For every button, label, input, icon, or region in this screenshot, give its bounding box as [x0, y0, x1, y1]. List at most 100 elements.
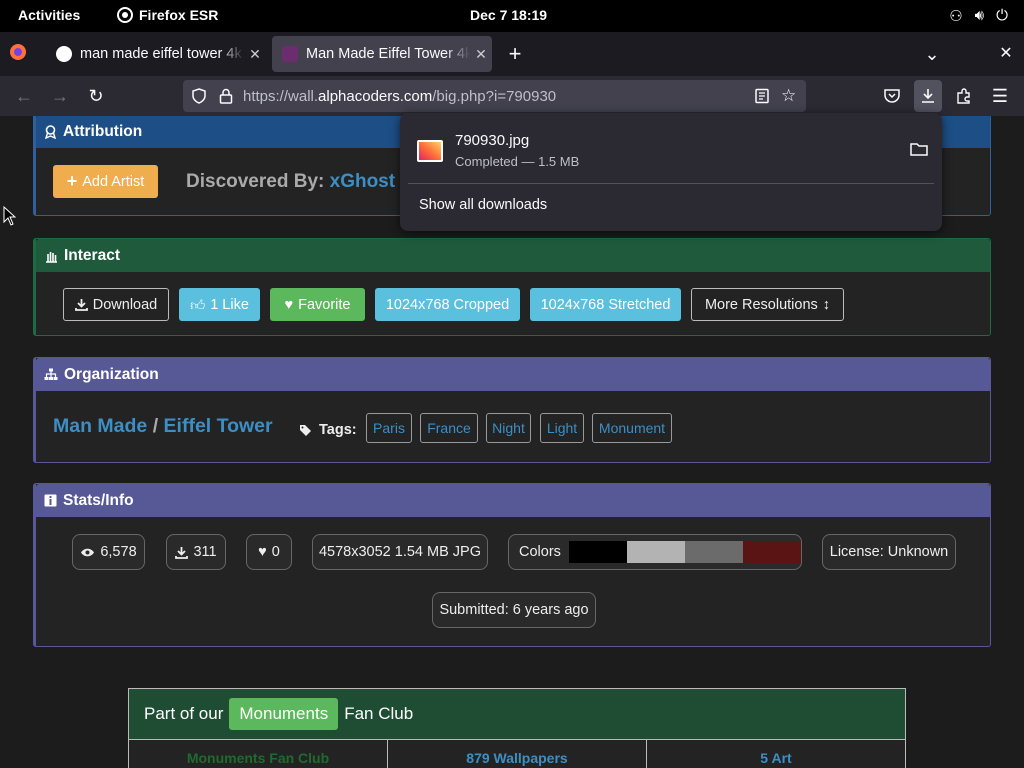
download-label: Download	[92, 296, 158, 313]
fan-club-box: Part of our Monuments Fan Club Monuments…	[128, 688, 906, 768]
close-icon[interactable]: ✕	[470, 46, 492, 63]
extensions-icon[interactable]	[952, 84, 976, 108]
breadcrumb-separator: /	[152, 415, 159, 437]
menu-icon[interactable]: ☰	[988, 84, 1012, 108]
favorite-label: Favorite	[298, 296, 351, 313]
navigation-bar: ← → ↻ https://wall.alphacoders.com/big.p…	[0, 76, 1024, 116]
activities-button[interactable]: Activities	[18, 7, 80, 23]
heart-icon: ♥	[258, 544, 267, 560]
accessibility-icon[interactable]: ⚇	[949, 7, 962, 25]
power-icon[interactable]: ⏻	[996, 7, 1008, 25]
volume-icon[interactable]: 🔊︎	[975, 7, 984, 25]
add-artist-button[interactable]: + Add Artist	[53, 165, 158, 198]
discovered-by: Discovered By: xGhost	[186, 171, 395, 193]
fan-club-badge[interactable]: Monuments	[229, 698, 339, 730]
favorite-button[interactable]: ♥ Favorite	[270, 288, 365, 321]
url-path: /big.php?i=790930	[432, 87, 557, 105]
stretched-button[interactable]: 1024x768 Stretched	[530, 288, 681, 321]
downloads-stat: 311	[166, 534, 226, 570]
tags-icon	[299, 424, 314, 437]
category-link[interactable]: Man Made	[53, 415, 147, 437]
firefox-view-icon[interactable]	[8, 42, 32, 66]
arrows-vertical-icon: ↕	[822, 296, 831, 313]
pocket-icon[interactable]	[880, 84, 904, 108]
subcategory-link[interactable]: Eiffel Tower	[164, 415, 273, 437]
sitemap-icon	[44, 368, 58, 381]
downloads-icon[interactable]	[914, 80, 942, 112]
mouse-cursor-icon	[3, 206, 16, 226]
art-count-link[interactable]: 5 Art	[647, 739, 905, 768]
color-swatch[interactable]	[626, 541, 685, 563]
app-name: Firefox ESR	[139, 7, 219, 23]
tags-label-text: Tags:	[319, 422, 357, 438]
like-label: 1 Like	[210, 296, 249, 313]
reader-view-icon[interactable]	[754, 88, 770, 104]
file-info: 4578x3052 1.54 MB JPG	[312, 534, 488, 570]
download-item[interactable]: 790930.jpg Completed — 1.5 MB	[406, 121, 936, 179]
show-all-downloads-button[interactable]: Show all downloads	[406, 191, 936, 221]
interact-panel: Interact Download 👍︎ 1 Like ♥ Favorite 1…	[33, 238, 991, 336]
reload-icon[interactable]: ↻	[84, 84, 108, 108]
download-button[interactable]: Download	[63, 288, 169, 321]
like-button[interactable]: 👍︎ 1 Like	[179, 288, 260, 321]
tag-paris[interactable]: Paris	[366, 413, 412, 443]
eye-icon	[80, 547, 95, 558]
clock[interactable]: Dec 7 18:19	[470, 7, 547, 23]
folder-icon[interactable]	[910, 141, 928, 157]
tag-light[interactable]: Light	[540, 413, 584, 443]
image-file-icon	[416, 139, 444, 163]
more-resolutions-label: More Resolutions	[704, 296, 818, 313]
forward-icon[interactable]: →	[48, 84, 72, 108]
close-window-icon[interactable]: ✕	[994, 42, 1018, 66]
more-resolutions-button[interactable]: More Resolutions ↕	[691, 288, 844, 321]
url-bar[interactable]: https://wall.alphacoders.com/big.php?i=7…	[183, 80, 806, 112]
lock-icon[interactable]	[219, 88, 233, 104]
stats-header: Stats/Info	[36, 484, 990, 517]
fan-club-link[interactable]: Monuments Fan Club	[129, 739, 388, 768]
user-award-icon	[44, 124, 57, 139]
tab-google-search[interactable]: man made eiffel tower 4k ✕	[46, 36, 266, 72]
tag-night[interactable]: Night	[486, 413, 531, 443]
interact-header: Interact	[36, 239, 990, 272]
tab-title: man made eiffel tower 4k	[80, 46, 242, 62]
bookmark-star-icon[interactable]: ☆	[781, 86, 796, 106]
attribution-title: Attribution	[63, 122, 143, 140]
back-icon[interactable]: ←	[12, 84, 36, 108]
wallpapers-count-link[interactable]: 879 Wallpapers	[388, 739, 647, 768]
url-text[interactable]: https://wall.alphacoders.com/big.php?i=7…	[243, 88, 556, 105]
gnome-top-bar: Activities Firefox ESR Dec 7 18:19 ⚇ 🔊︎ …	[0, 0, 1024, 32]
system-tray[interactable]: ⚇ 🔊︎ ⏻	[949, 7, 1008, 25]
close-icon[interactable]: ✕	[244, 46, 266, 63]
url-domain: alphacoders.com	[318, 87, 433, 105]
organization-title: Organization	[64, 365, 159, 383]
fan-club-header: Part of our Monuments Fan Club	[129, 689, 905, 739]
download-icon	[74, 298, 88, 311]
list-tabs-icon[interactable]: ⌄	[920, 42, 944, 66]
color-swatch[interactable]	[684, 541, 743, 563]
breadcrumb: Man Made / Eiffel Tower	[53, 415, 273, 438]
downloads-panel: 790930.jpg Completed — 1.5 MB Show all d…	[400, 113, 942, 231]
fan-club-prefix: Part of our	[144, 704, 224, 723]
favorites-count: 0	[271, 544, 280, 560]
thumbs-up-icon: 👍︎	[190, 297, 206, 314]
tab-title: Man Made Eiffel Tower 4k	[306, 46, 470, 62]
app-menu[interactable]: Firefox ESR	[117, 7, 218, 23]
info-icon	[44, 494, 57, 507]
favorites-stat: ♥ 0	[246, 534, 292, 570]
fan-club-suffix: Fan Club	[344, 704, 414, 723]
color-swatch[interactable]	[742, 541, 801, 563]
shield-icon[interactable]	[191, 88, 207, 104]
tab-alphacoders[interactable]: Man Made Eiffel Tower 4k ✕	[272, 36, 492, 72]
discoverer-link[interactable]: xGhost	[330, 171, 395, 192]
url-prefix: https://wall.	[243, 87, 319, 105]
divider	[408, 183, 934, 184]
cropped-button[interactable]: 1024x768 Cropped	[375, 288, 520, 321]
tag-france[interactable]: France	[420, 413, 478, 443]
views-count: 6,578	[100, 544, 137, 560]
downloads-count: 311	[193, 544, 217, 560]
submitted-stat: Submitted: 6 years ago	[432, 592, 596, 628]
new-tab-icon[interactable]: +	[503, 42, 527, 66]
color-swatch[interactable]	[568, 541, 627, 563]
download-status: Completed — 1.5 MB	[455, 154, 580, 169]
tag-monument[interactable]: Monument	[592, 413, 672, 443]
